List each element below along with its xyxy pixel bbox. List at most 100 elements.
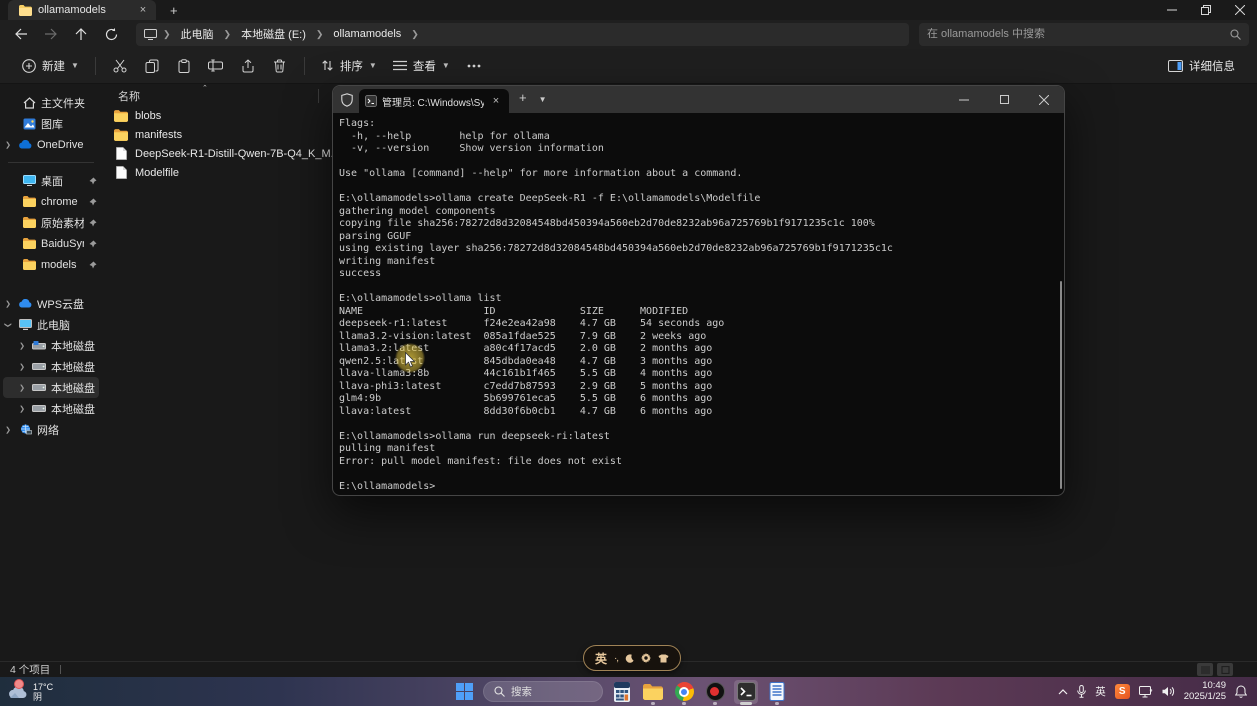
back-button[interactable]: [8, 23, 34, 45]
forward-button[interactable]: [38, 23, 64, 45]
sidebar-item-label: OneDrive: [37, 139, 97, 151]
sidebar-item-drive-d[interactable]: ❯ 本地磁盘 (D:): [3, 356, 99, 377]
terminal-minimize-button[interactable]: [944, 86, 984, 113]
details-pane-button[interactable]: 详细信息: [1160, 53, 1243, 79]
taskbar-search[interactable]: 搜索: [483, 681, 603, 702]
sidebar-item-drive-c[interactable]: ❯ 本地磁盘 (C:): [3, 335, 99, 356]
plus-circle-icon: [22, 59, 36, 73]
tray-overflow-chevron-icon[interactable]: [1058, 689, 1068, 695]
terminal-app-icon[interactable]: [734, 680, 758, 704]
share-button[interactable]: [235, 53, 261, 79]
notifications-bell-icon[interactable]: [1235, 685, 1247, 698]
restore-button[interactable]: [1189, 0, 1223, 20]
close-button[interactable]: [1223, 0, 1257, 20]
weather-widget[interactable]: 17°C 阴: [8, 682, 53, 702]
folder-icon: [18, 3, 32, 17]
sidebar-item-label: 本地磁盘 (E:): [51, 380, 97, 396]
rename-button[interactable]: [203, 53, 229, 79]
calculator-app-icon[interactable]: [610, 680, 634, 704]
sidebar-item-baidusyncdisk[interactable]: BaiduSyncdisk: [3, 233, 99, 254]
sidebar-item-raw-assets[interactable]: 原始素材: [3, 212, 99, 233]
terminal-content[interactable]: Flags: -h, --help help for ollama -v, --…: [333, 113, 1064, 496]
volume-icon[interactable]: [1162, 686, 1175, 697]
terminal-title-bar[interactable]: 管理员: C:\Windows\System32 × + ▼: [333, 86, 1064, 113]
terminal-tab-dropdown-icon[interactable]: ▼: [539, 95, 547, 104]
sidebar-item-drive-e[interactable]: ❯ 本地磁盘 (E:): [3, 377, 99, 398]
explorer-tab[interactable]: ollamamodels ×: [8, 0, 156, 20]
sidebar-item-wps-cloud[interactable]: ❯ WPS云盘: [3, 293, 99, 314]
more-button[interactable]: [461, 53, 487, 79]
sidebar-item-home[interactable]: 主文件夹: [3, 92, 99, 113]
expander-chevron-icon[interactable]: ❯: [3, 426, 13, 434]
sort-button[interactable]: 排序 ▼: [313, 53, 385, 79]
new-tab-button[interactable]: +: [170, 3, 178, 20]
terminal-close-button[interactable]: [1024, 86, 1064, 113]
refresh-button[interactable]: [98, 23, 124, 45]
taskbar-clock[interactable]: 10:49 2025/1/25: [1184, 681, 1226, 702]
ime-punctuation-button[interactable]: ·,: [614, 653, 618, 664]
sidebar-item-this-pc[interactable]: ❯ 此电脑: [3, 314, 99, 335]
terminal-maximize-button[interactable]: [984, 86, 1024, 113]
sidebar-item-network[interactable]: ❯ 网络: [3, 419, 99, 440]
onedrive-cloud-icon: [18, 138, 32, 152]
terminal-new-tab-button[interactable]: +: [519, 90, 527, 105]
sidebar-item-chrome[interactable]: chrome: [3, 191, 99, 212]
network-icon[interactable]: [1139, 686, 1153, 698]
ime-language-indicator[interactable]: 英: [1095, 684, 1106, 699]
ime-toolbar[interactable]: 英 ·,: [583, 645, 681, 671]
sidebar-item-onedrive[interactable]: ❯ OneDrive: [3, 134, 99, 155]
breadcrumb-chevron-icon: ❯: [224, 29, 232, 40]
sidebar-item-gallery[interactable]: 图库: [3, 113, 99, 134]
file-explorer-app-icon[interactable]: [641, 680, 665, 704]
address-bar[interactable]: ❯ 此电脑 ❯ 本地磁盘 (E:) ❯ ollamamodels ❯: [136, 23, 909, 46]
paste-button[interactable]: [171, 53, 197, 79]
expander-chevron-icon[interactable]: ❯: [17, 342, 27, 350]
explorer-search-box[interactable]: [919, 23, 1249, 46]
terminal-output[interactable]: Flags: -h, --help help for ollama -v, --…: [333, 113, 1064, 493]
expander-chevron-icon[interactable]: ❯: [17, 363, 27, 371]
running-indicator: [682, 702, 686, 705]
up-button[interactable]: [68, 23, 94, 45]
details-view-toggle[interactable]: [1197, 663, 1213, 676]
sidebar-item-drive-f[interactable]: ❯ 本地磁盘 (F:): [3, 398, 99, 419]
expander-chevron-icon[interactable]: ❯: [3, 300, 13, 308]
ime-mode-button[interactable]: 英: [595, 650, 607, 667]
sidebar-item-models[interactable]: models: [3, 254, 99, 275]
view-button[interactable]: 查看 ▼: [385, 53, 458, 79]
start-button[interactable]: [452, 680, 476, 704]
skin-shirt-icon[interactable]: [658, 654, 669, 663]
expander-chevron-icon[interactable]: ❯: [4, 320, 12, 330]
moon-icon[interactable]: [625, 654, 634, 663]
chrome-app-icon[interactable]: [672, 680, 696, 704]
running-indicator: [713, 702, 717, 705]
expander-chevron-icon[interactable]: ❯: [17, 405, 27, 413]
recorder-app-icon[interactable]: [703, 680, 727, 704]
cut-button[interactable]: [107, 53, 133, 79]
expander-chevron-icon[interactable]: ❯: [17, 384, 27, 392]
terminal-scrollbar[interactable]: [1060, 281, 1062, 489]
sidebar-item-label: BaiduSyncdisk: [41, 238, 84, 250]
explorer-search-input[interactable]: [927, 28, 1230, 40]
column-divider[interactable]: [318, 89, 319, 103]
sidebar-item-desktop[interactable]: 桌面: [3, 170, 99, 191]
sogou-input-icon[interactable]: S: [1115, 684, 1130, 699]
terminal-tab-close-icon[interactable]: ×: [489, 94, 503, 108]
new-button[interactable]: 新建 ▼: [14, 53, 87, 79]
breadcrumb-this-pc[interactable]: 此电脑: [177, 24, 218, 44]
terminal-tab[interactable]: 管理员: C:\Windows\System32 ×: [359, 89, 509, 113]
minimize-button[interactable]: [1155, 0, 1189, 20]
sidebar-item-label: 本地磁盘 (F:): [51, 401, 97, 417]
delete-button[interactable]: [267, 53, 293, 79]
column-header-name[interactable]: 名称: [118, 88, 140, 104]
breadcrumb-drive-e[interactable]: 本地磁盘 (E:): [237, 24, 310, 44]
large-icons-view-toggle[interactable]: [1217, 663, 1233, 676]
notepad-app-icon[interactable]: [765, 680, 789, 704]
sidebar-item-label: models: [41, 259, 84, 271]
pin-icon: [89, 261, 97, 269]
microphone-icon[interactable]: [1077, 685, 1086, 698]
expander-chevron-icon[interactable]: ❯: [3, 141, 13, 149]
tab-close-icon[interactable]: ×: [136, 3, 150, 17]
gear-icon[interactable]: [641, 653, 651, 663]
copy-button[interactable]: [139, 53, 165, 79]
breadcrumb-ollamamodels[interactable]: ollamamodels: [329, 26, 405, 42]
